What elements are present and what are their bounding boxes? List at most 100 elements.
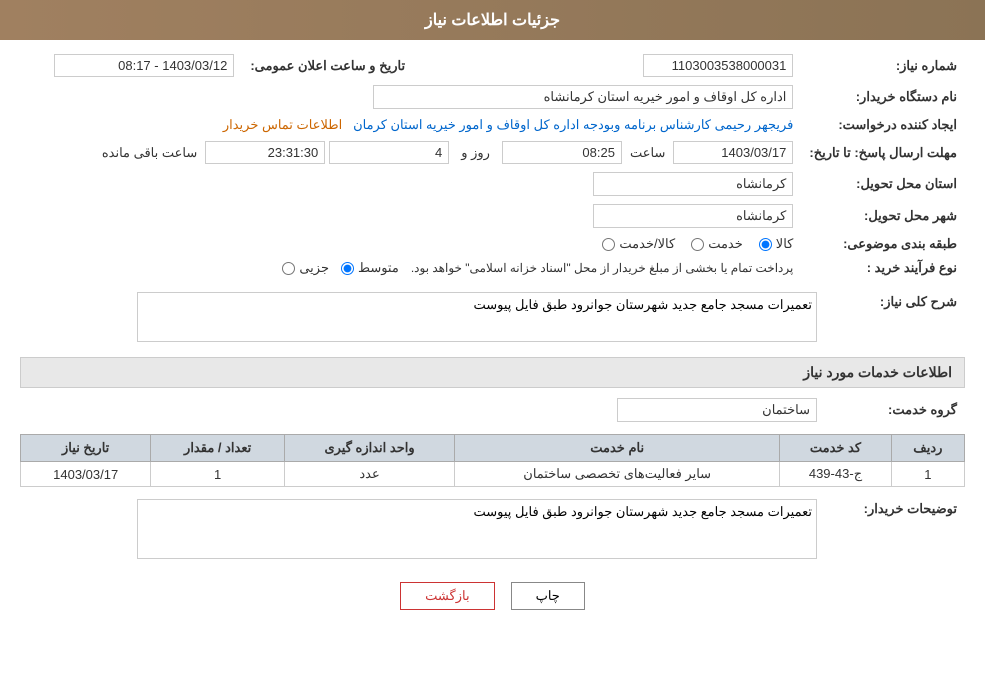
namDastgah-box: اداره کل اوقاف و امور خیریه استان کرمانش… <box>373 85 793 109</box>
mohlat-saat-box: 08:25 <box>502 141 622 164</box>
tabaqe-kala: کالا <box>759 236 794 252</box>
row-description: توضیحات خریدار: <box>20 495 965 566</box>
main-content: شماره نیاز: 1103003538000031 تاریخ و ساع… <box>0 40 985 636</box>
shomareNiaz-box: 1103003538000031 <box>643 54 793 77</box>
row-grouh: گروه خدمت: ساختمان <box>20 394 965 426</box>
tabaqe-kala-khadamat-label: کالا/خدمت <box>619 236 675 252</box>
tabaqe-khadamat-radio[interactable] <box>691 238 704 251</box>
col-radif: ردیف <box>891 435 964 462</box>
col-nam: نام خدمت <box>455 435 780 462</box>
noeFarayand-jozi-label: جزیی <box>299 260 329 276</box>
sharh-label: شرح کلی نیاز: <box>825 288 965 349</box>
col-vahed: واحد اندازه گیری <box>284 435 454 462</box>
table-cell-radif: 1 <box>891 462 964 487</box>
tabaqe-kala-khadamat-radio[interactable] <box>602 238 615 251</box>
print-button[interactable]: چاپ <box>511 582 585 610</box>
tabaqe-khadamat: خدمت <box>691 236 743 252</box>
shomareNiaz-label: شماره نیاز: <box>801 50 965 81</box>
table-cell-vahedAndaze: عدد <box>284 462 454 487</box>
etelaatTamas-link[interactable]: اطلاعات تماس خریدار <box>223 117 342 132</box>
grouh-table: گروه خدمت: ساختمان <box>20 394 965 426</box>
ijadKonande-label: ایجاد کننده درخواست: <box>801 113 965 137</box>
tabaqe-radio-group: کالا خدمت کالا/خدمت <box>28 236 793 252</box>
table-cell-kodKhadamat: ج-43-439 <box>780 462 892 487</box>
table-cell-tarikhNiaz: 1403/03/17 <box>21 462 151 487</box>
namDastgah-value: اداره کل اوقاف و امور خیریه استان کرمانش… <box>20 81 801 113</box>
tarikh-value: 1403/03/12 - 08:17 <box>20 50 242 81</box>
mohlat-roz-label: روز و <box>461 145 490 161</box>
tabaqe-kala-radio[interactable] <box>759 238 772 251</box>
mohlat-saat-label: ساعت <box>630 145 665 161</box>
description-textarea[interactable] <box>137 499 817 559</box>
mohlat-label: مهلت ارسال پاسخ: تا تاریخ: <box>801 137 965 168</box>
buttons-row: چاپ بازگشت <box>20 582 965 610</box>
service-table-header: ردیف کد خدمت نام خدمت واحد اندازه گیری ت… <box>21 435 965 462</box>
row-shomareNiaz: شماره نیاز: 1103003538000031 تاریخ و ساع… <box>20 50 965 81</box>
description-table: توضیحات خریدار: <box>20 495 965 566</box>
tabaqe-khadamat-label: خدمت <box>708 236 743 252</box>
grouh-label: گروه خدمت: <box>825 394 965 426</box>
shahr-label: شهر محل تحویل: <box>801 200 965 232</box>
info-table: شماره نیاز: 1103003538000031 تاریخ و ساع… <box>20 50 965 280</box>
namDastgah-label: نام دستگاه خریدار: <box>801 81 965 113</box>
noeFarayand-motavas-label: متوسط <box>358 260 399 276</box>
row-tabaqe: طبقه بندی موضوعی: کالا خدمت کالا/خدمت <box>20 232 965 256</box>
noeFarayand-note: پرداخت تمام یا بخشی از مبلغ خریدار از مح… <box>411 261 794 275</box>
tabaqe-kala-label: کالا <box>776 236 794 252</box>
tabaqe-options: کالا خدمت کالا/خدمت <box>20 232 801 256</box>
noeFarayand-label: نوع فرآیند خرید : <box>801 256 965 280</box>
tarikh-label: تاریخ و ساعت اعلان عمومی: <box>242 50 413 81</box>
mohlat-value: 1403/03/17 ساعت 08:25 روز و 4 23:31:30 س… <box>20 137 801 168</box>
sharh-value <box>20 288 825 349</box>
row-noeFarayand: نوع فرآیند خرید : پرداخت تمام یا بخشی از… <box>20 256 965 280</box>
mohlat-datetime: 1403/03/17 ساعت 08:25 روز و 4 23:31:30 س… <box>28 141 793 164</box>
page-header: جزئیات اطلاعات نیاز <box>0 0 985 40</box>
service-table-header-row: ردیف کد خدمت نام خدمت واحد اندازه گیری ت… <box>21 435 965 462</box>
table-cell-namKhadamat: سایر فعالیت‌های تخصصی ساختمان <box>455 462 780 487</box>
noeFarayand-motavas-radio[interactable] <box>341 262 354 275</box>
col-kod: کد خدمت <box>780 435 892 462</box>
page-container: جزئیات اطلاعات نیاز شماره نیاز: 11030035… <box>0 0 985 691</box>
mohlat-date-box: 1403/03/17 <box>673 141 793 164</box>
shomareNiaz-value: 1103003538000031 <box>613 50 801 81</box>
row-sharh: شرح کلی نیاز: <box>20 288 965 349</box>
col-tedad: تعداد / مقدار <box>151 435 285 462</box>
row-namDastgah: نام دستگاه خریدار: اداره کل اوقاف و امور… <box>20 81 965 113</box>
noeFarayand-value: پرداخت تمام یا بخشی از مبلغ خریدار از مح… <box>20 256 801 280</box>
service-table-body: 1ج-43-439سایر فعالیت‌های تخصصی ساختمانعد… <box>21 462 965 487</box>
noeFarayand-radio-group: پرداخت تمام یا بخشی از مبلغ خریدار از مح… <box>28 260 793 276</box>
table-row: 1ج-43-439سایر فعالیت‌های تخصصی ساختمانعد… <box>21 462 965 487</box>
grouh-box: ساختمان <box>617 398 817 422</box>
row-shahr: شهر محل تحویل: کرمانشاه <box>20 200 965 232</box>
header-title: جزئیات اطلاعات نیاز <box>425 12 560 29</box>
ostan-label: استان محل تحویل: <box>801 168 965 200</box>
grouh-value: ساختمان <box>20 394 825 426</box>
description-value <box>20 495 825 566</box>
tabaqe-label: طبقه بندی موضوعی: <box>801 232 965 256</box>
back-button[interactable]: بازگشت <box>400 582 494 610</box>
description-label: توضیحات خریدار: <box>825 495 965 566</box>
col-tarikh: تاریخ نیاز <box>21 435 151 462</box>
noeFarayand-jozi-radio[interactable] <box>282 262 295 275</box>
ostan-value: کرمانشاه <box>20 168 801 200</box>
mohlat-roz-box: 4 <box>329 141 449 164</box>
row-ijadKonande: ایجاد کننده درخواست: فریجهر رحیمی کارشنا… <box>20 113 965 137</box>
tabaqe-kala-khadamat: کالا/خدمت <box>602 236 675 252</box>
noeFarayand-jozi: جزیی <box>282 260 329 276</box>
row-ostan: استان محل تحویل: کرمانشاه <box>20 168 965 200</box>
sharh-table: شرح کلی نیاز: <box>20 288 965 349</box>
sharh-textarea[interactable] <box>137 292 817 342</box>
shahr-box: کرمانشاه <box>593 204 793 228</box>
saat-baqi-label: ساعت باقی مانده <box>102 145 197 161</box>
khadamat-section-title: اطلاعات خدمات مورد نیاز <box>20 357 965 388</box>
row-mohlat: مهلت ارسال پاسخ: تا تاریخ: 1403/03/17 سا… <box>20 137 965 168</box>
mohlat-mande-box: 23:31:30 <box>205 141 325 164</box>
service-table: ردیف کد خدمت نام خدمت واحد اندازه گیری ت… <box>20 434 965 487</box>
tarikh-box: 1403/03/12 - 08:17 <box>54 54 234 77</box>
ijadKonande-link[interactable]: فریجهر رحیمی کارشناس برنامه وبودجه اداره… <box>353 117 793 132</box>
noeFarayand-motavas: متوسط <box>341 260 399 276</box>
shahr-value: کرمانشاه <box>20 200 801 232</box>
ostan-box: کرمانشاه <box>593 172 793 196</box>
ijadKonande-value: فریجهر رحیمی کارشناس برنامه وبودجه اداره… <box>20 113 801 137</box>
table-cell-tedadMeghdar: 1 <box>151 462 285 487</box>
